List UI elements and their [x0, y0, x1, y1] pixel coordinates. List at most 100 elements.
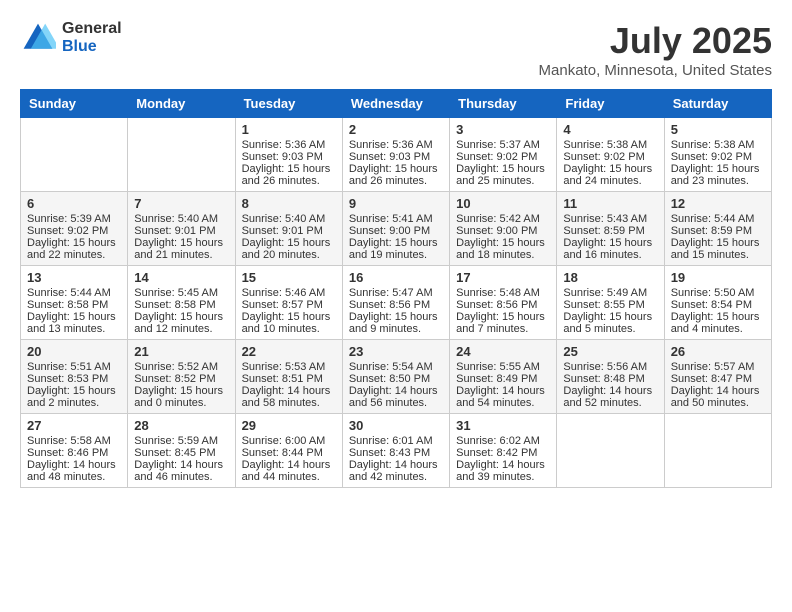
calendar-cell: 24Sunrise: 5:55 AMSunset: 8:49 PMDayligh… — [450, 340, 557, 414]
daylight-text: Daylight: 15 hours and 4 minutes. — [671, 311, 765, 335]
calendar-cell: 13Sunrise: 5:44 AMSunset: 8:58 PMDayligh… — [21, 266, 128, 340]
calendar-body: 1Sunrise: 5:36 AMSunset: 9:03 PMDaylight… — [21, 118, 772, 488]
daylight-text: Daylight: 15 hours and 16 minutes. — [563, 237, 657, 261]
sunset-text: Sunset: 8:43 PM — [349, 447, 443, 459]
calendar-cell: 6Sunrise: 5:39 AMSunset: 9:02 PMDaylight… — [21, 192, 128, 266]
sunrise-text: Sunrise: 5:53 AM — [242, 361, 336, 373]
location: Mankato, Minnesota, United States — [539, 62, 772, 79]
calendar-cell: 26Sunrise: 5:57 AMSunset: 8:47 PMDayligh… — [664, 340, 771, 414]
daylight-text: Daylight: 14 hours and 56 minutes. — [349, 385, 443, 409]
day-number: 13 — [27, 270, 121, 285]
sunrise-text: Sunrise: 5:45 AM — [134, 287, 228, 299]
sunset-text: Sunset: 8:49 PM — [456, 373, 550, 385]
sunset-text: Sunset: 8:42 PM — [456, 447, 550, 459]
calendar-cell: 2Sunrise: 5:36 AMSunset: 9:03 PMDaylight… — [342, 118, 449, 192]
daylight-text: Daylight: 15 hours and 25 minutes. — [456, 163, 550, 187]
sunrise-text: Sunrise: 6:00 AM — [242, 435, 336, 447]
sunrise-text: Sunrise: 5:55 AM — [456, 361, 550, 373]
day-number: 31 — [456, 418, 550, 433]
logo-icon — [20, 20, 56, 56]
sunrise-text: Sunrise: 5:57 AM — [671, 361, 765, 373]
day-number: 23 — [349, 344, 443, 359]
sunrise-text: Sunrise: 5:54 AM — [349, 361, 443, 373]
page-header: General Blue July 2025 Mankato, Minnesot… — [20, 20, 772, 79]
calendar-header-sunday: Sunday — [21, 90, 128, 118]
sunset-text: Sunset: 9:00 PM — [349, 225, 443, 237]
calendar-cell: 23 Sunrise: 5:54 AMSunset: 8:50 PMDayligh… — [342, 340, 449, 414]
calendar-header-monday: Monday — [128, 90, 235, 118]
sunrise-text: Sunrise: 5:50 AM — [671, 287, 765, 299]
calendar-cell — [128, 118, 235, 192]
calendar-cell: 27Sunrise: 5:58 AMSunset: 8:46 PMDayligh… — [21, 414, 128, 488]
daylight-text: Daylight: 15 hours and 13 minutes. — [27, 311, 121, 335]
daylight-text: Daylight: 15 hours and 20 minutes. — [242, 237, 336, 261]
day-number: 22 — [242, 344, 336, 359]
daylight-text: Daylight: 15 hours and 24 minutes. — [563, 163, 657, 187]
sunset-text: Sunset: 9:01 PM — [242, 225, 336, 237]
daylight-text: Daylight: 15 hours and 21 minutes. — [134, 237, 228, 261]
daylight-text: Daylight: 15 hours and 23 minutes. — [671, 163, 765, 187]
sunrise-text: Sunrise: 5:58 AM — [27, 435, 121, 447]
sunrise-text: Sunrise: 5:51 AM — [27, 361, 121, 373]
sunrise-text: Sunrise: 5:56 AM — [563, 361, 657, 373]
day-number: 27 — [27, 418, 121, 433]
daylight-text: Daylight: 14 hours and 52 minutes. — [563, 385, 657, 409]
sunset-text: Sunset: 8:56 PM — [349, 299, 443, 311]
calendar-header-thursday: Thursday — [450, 90, 557, 118]
sunrise-text: Sunrise: 5:37 AM — [456, 139, 550, 151]
calendar-cell: 19Sunrise: 5:50 AMSunset: 8:54 PMDayligh… — [664, 266, 771, 340]
sunset-text: Sunset: 8:58 PM — [134, 299, 228, 311]
sunset-text: Sunset: 8:53 PM — [27, 373, 121, 385]
day-number: 28 — [134, 418, 228, 433]
sunrise-text: Sunrise: 5:46 AM — [242, 287, 336, 299]
sunrise-text: Sunrise: 5:39 AM — [27, 213, 121, 225]
day-number: 1 — [242, 122, 336, 137]
calendar-cell: 11Sunrise: 5:43 AMSunset: 8:59 PMDayligh… — [557, 192, 664, 266]
daylight-text: Daylight: 14 hours and 58 minutes. — [242, 385, 336, 409]
sunset-text: Sunset: 8:50 PM — [349, 373, 443, 385]
day-number: 8 — [242, 196, 336, 211]
day-number: 16 — [349, 270, 443, 285]
calendar-cell: 5Sunrise: 5:38 AMSunset: 9:02 PMDaylight… — [664, 118, 771, 192]
sunset-text: Sunset: 9:02 PM — [671, 151, 765, 163]
day-number: 21 — [134, 344, 228, 359]
sunset-text: Sunset: 8:46 PM — [27, 447, 121, 459]
day-number: 20 — [27, 344, 121, 359]
daylight-text: Daylight: 15 hours and 10 minutes. — [242, 311, 336, 335]
calendar-cell: 3Sunrise: 5:37 AMSunset: 9:02 PMDaylight… — [450, 118, 557, 192]
title-block: July 2025 Mankato, Minnesota, United Sta… — [539, 20, 772, 79]
sunset-text: Sunset: 9:03 PM — [242, 151, 336, 163]
sunset-text: Sunset: 9:00 PM — [456, 225, 550, 237]
sunset-text: Sunset: 8:52 PM — [134, 373, 228, 385]
sunset-text: Sunset: 8:58 PM — [27, 299, 121, 311]
daylight-text: Daylight: 15 hours and 15 minutes. — [671, 237, 765, 261]
day-number: 5 — [671, 122, 765, 137]
calendar-cell: 7Sunrise: 5:40 AMSunset: 9:01 PMDaylight… — [128, 192, 235, 266]
logo: General Blue — [20, 20, 122, 56]
calendar-header-saturday: Saturday — [664, 90, 771, 118]
sunrise-text: Sunrise: 5:40 AM — [242, 213, 336, 225]
day-number: 12 — [671, 196, 765, 211]
day-number: 6 — [27, 196, 121, 211]
calendar-cell: 31Sunrise: 6:02 AMSunset: 8:42 PMDayligh… — [450, 414, 557, 488]
calendar-cell — [557, 414, 664, 488]
sunrise-text: Sunrise: 5:48 AM — [456, 287, 550, 299]
day-number: 17 — [456, 270, 550, 285]
calendar-cell: 30Sunrise: 6:01 AMSunset: 8:43 PMDayligh… — [342, 414, 449, 488]
calendar-cell: 8 Sunrise: 5:40 AMSunset: 9:01 PMDaylight… — [235, 192, 342, 266]
calendar-cell: 21Sunrise: 5:52 AMSunset: 8:52 PMDayligh… — [128, 340, 235, 414]
sunset-text: Sunset: 8:45 PM — [134, 447, 228, 459]
daylight-text: Daylight: 15 hours and 19 minutes. — [349, 237, 443, 261]
day-number: 2 — [349, 122, 443, 137]
day-number: 15 — [242, 270, 336, 285]
sunrise-text: Sunrise: 5:43 AM — [563, 213, 657, 225]
calendar-week-5: 27 Sunrise: 5:58 AMSunset: 8:46 PM Dayligh… — [21, 414, 772, 488]
sunset-text: Sunset: 8:59 PM — [671, 225, 765, 237]
sunset-text: Sunset: 8:44 PM — [242, 447, 336, 459]
day-number: 19 — [671, 270, 765, 285]
sunset-text: Sunset: 8:55 PM — [563, 299, 657, 311]
sunset-text: Sunset: 8:59 PM — [563, 225, 657, 237]
calendar-cell: 20Sunrise: 5:51 AMSunset: 8:53 PMDayligh… — [21, 340, 128, 414]
daylight-text: Daylight: 14 hours and 39 minutes. — [456, 459, 550, 483]
day-number: 30 — [349, 418, 443, 433]
